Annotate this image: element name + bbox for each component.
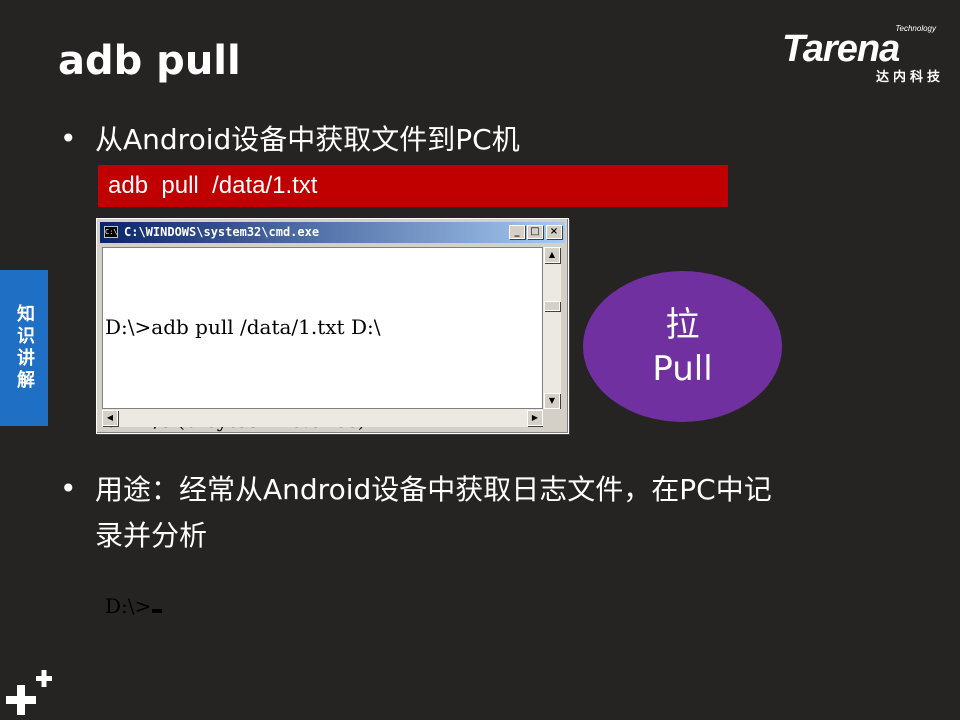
cmd-console-output[interactable]: D:\>adb pull /data/1.txt D:\ 0 KB/s (6 b… (102, 247, 543, 618)
bullet-1-text: 从Android设备中获取文件到PC机 (95, 123, 520, 156)
logo-tech-text: Technology (895, 24, 936, 33)
horizontal-scrollbar[interactable]: ◀ ▶ (102, 409, 543, 427)
bullet-dot-2: • (60, 472, 77, 505)
logo-wordmark: Tarena (782, 28, 900, 70)
close-button[interactable]: × (546, 225, 562, 239)
cmd-window-icon[interactable]: C:\ (104, 226, 118, 238)
scroll-up-icon[interactable]: ▲ (544, 247, 560, 263)
maximize-button[interactable]: □ (527, 225, 543, 239)
bullet-2-text: 用途：经常从Android设备中获取日志文件，在PC中记 (95, 473, 772, 506)
pull-badge: 拉 Pull (583, 271, 782, 422)
minimize-button[interactable]: _ (509, 225, 525, 239)
tarena-logo: Technology Tarena 达内科技 (782, 22, 944, 85)
pull-badge-chinese: 拉 (665, 304, 700, 345)
resize-grip[interactable] (543, 409, 561, 427)
scroll-left-icon[interactable]: ◀ (102, 410, 118, 426)
pull-badge-english: Pull (652, 348, 713, 389)
plus-logo-icon (6, 670, 52, 715)
side-tab: 知识讲解 (0, 270, 48, 426)
vertical-scroll-thumb[interactable] (544, 301, 560, 311)
logo-chinese-text: 达内科技 (875, 70, 944, 85)
command-example: adb pull /data/1.txt (98, 165, 728, 207)
bullet-2-continuation: 录并分析 (95, 519, 208, 552)
cmd-titlebar[interactable]: C:\ C:\WINDOWS\system32\cmd.exe _ □ × (100, 222, 565, 243)
cmd-window-title: C:\WINDOWS\system32\cmd.exe (124, 225, 320, 239)
bullet-dot-1: • (60, 122, 77, 155)
scroll-right-icon[interactable]: ▶ (527, 410, 543, 426)
side-tab-label: 知识讲解 (14, 304, 35, 392)
cmd-window: C:\ C:\WINDOWS\system32\cmd.exe _ □ × D:… (96, 218, 569, 618)
scroll-down-icon[interactable]: ▼ (544, 393, 560, 409)
console-prompt-line: D:\> (105, 591, 542, 622)
text-cursor (152, 609, 163, 613)
console-line: D:\>adb pull /data/1.txt D:\ (105, 315, 381, 339)
vertical-scrollbar[interactable]: ▲ ▼ (543, 247, 561, 409)
console-prompt: D:\> (105, 594, 152, 618)
slide-title: adb pull (58, 38, 241, 84)
